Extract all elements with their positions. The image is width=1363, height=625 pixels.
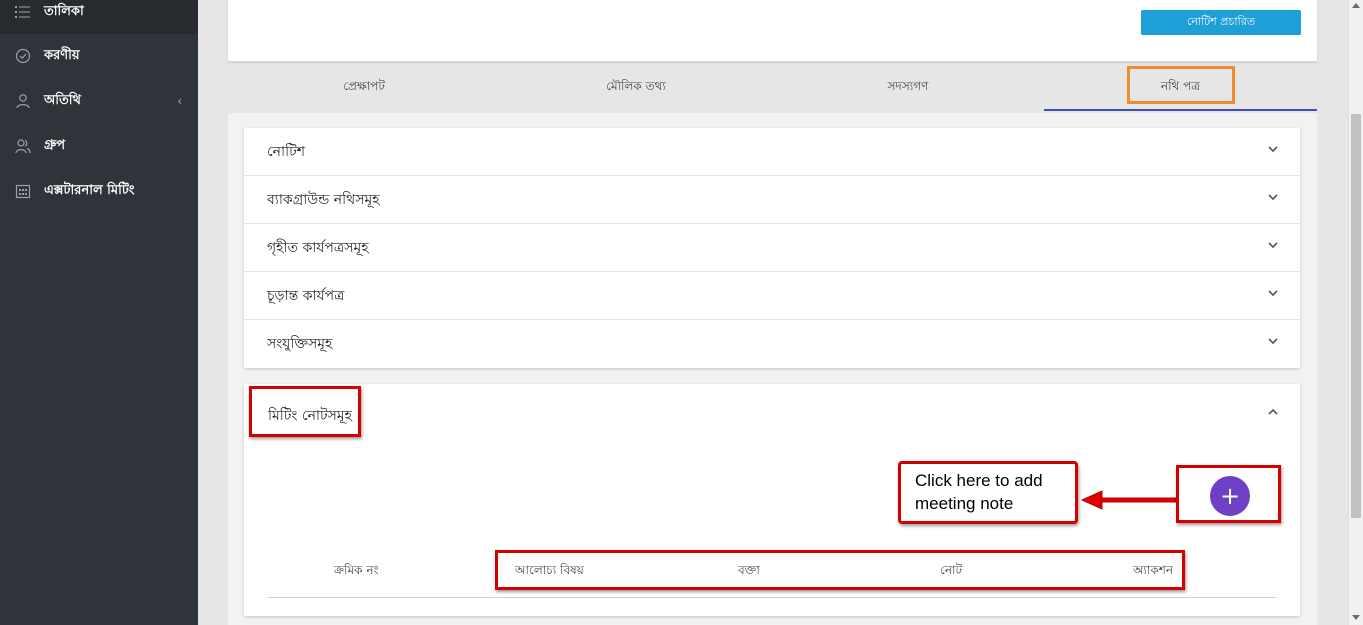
meeting-notes-section: মিটিং নোটসমূহ Click here to add meeting …: [244, 384, 1300, 616]
section-final-paper[interactable]: চূড়ান্ত কার্যপত্র: [244, 272, 1300, 320]
chevron-left-icon[interactable]: ‹: [177, 94, 182, 108]
list-icon: [15, 4, 31, 20]
sidebar-item-group[interactable]: গ্রুপ: [0, 124, 198, 168]
tab-members[interactable]: সদস্যগণ: [772, 65, 1044, 111]
check-circle-icon: [15, 48, 31, 64]
chevron-down-icon[interactable]: [1268, 336, 1278, 346]
sidebar-item-guest[interactable]: অতিথি ‹: [0, 79, 198, 123]
add-meeting-note-button[interactable]: +: [1210, 476, 1250, 516]
chevron-up-icon[interactable]: [1268, 407, 1278, 417]
add-note-callout: Click here to add meeting note: [898, 461, 1078, 524]
scroll-down-icon[interactable]: [1352, 615, 1360, 620]
sidebar-item-label: করণীয়: [44, 47, 80, 63]
columns-highlight-box: [495, 550, 1185, 590]
sidebar-item-label: তালিকা: [44, 3, 84, 19]
chevron-down-icon[interactable]: [1268, 192, 1278, 202]
documents-panel: নোটিশ ব্যাকগ্রাউন্ড নথিসমূহ গৃহীত কার্যপ…: [228, 113, 1317, 625]
sidebar: তালিকা করণীয় অতিথি ‹ গ্রুপ এক্সটারনাল ম…: [0, 0, 198, 625]
section-label: ব্যাকগ্রাউন্ড নথিসমূহ: [267, 191, 380, 208]
main-content: নোটিশ প্রচারিত প্রেক্ষাপট মৌলিক তথ্য সদস…: [198, 0, 1348, 625]
chevron-down-icon[interactable]: [1268, 288, 1278, 298]
section-label: নোটিশ: [267, 143, 306, 160]
section-notice[interactable]: নোটিশ: [244, 128, 1300, 176]
column-header: ক্রমিক নং: [334, 563, 379, 577]
user-icon: [15, 93, 31, 109]
section-label: গৃহীত কার্যপত্রসমূহ: [267, 239, 369, 256]
scroll-thumb[interactable]: [1351, 114, 1361, 518]
arrow-left-icon: [1080, 490, 1176, 510]
tab-basic-info[interactable]: মৌলিক তথ্য: [500, 65, 772, 111]
calendar-icon: [15, 183, 31, 199]
meeting-header-card: নোটিশ প্রচারিত: [228, 0, 1317, 62]
vertical-scrollbar[interactable]: [1348, 0, 1363, 625]
document-sections: নোটিশ ব্যাকগ্রাউন্ড নথিসমূহ গৃহীত কার্যপ…: [244, 128, 1300, 368]
sidebar-item-label: এক্সটারনাল মিটিং: [44, 182, 135, 198]
notes-table-header: ক্রমিক নং আলোচ্য বিষয় বক্তা নোট অ্যাকশন: [268, 550, 1276, 598]
section-background-docs[interactable]: ব্যাকগ্রাউন্ড নথিসমূহ: [244, 176, 1300, 224]
section-attachments[interactable]: সংযুক্তিসমূহ: [244, 320, 1300, 368]
title-highlight-box: [249, 386, 361, 437]
chevron-down-icon[interactable]: [1268, 240, 1278, 250]
notice-published-button[interactable]: নোটিশ প্রচারিত: [1141, 10, 1301, 35]
sidebar-item-list[interactable]: তালিকা: [0, 0, 198, 34]
section-accepted-papers[interactable]: গৃহীত কার্যপত্রসমূহ: [244, 224, 1300, 272]
tab-background[interactable]: প্রেক্ষাপট: [228, 65, 500, 111]
scroll-up-icon[interactable]: [1352, 3, 1360, 8]
chevron-down-icon[interactable]: [1268, 144, 1278, 154]
sidebar-item-label: গ্রুপ: [44, 137, 66, 153]
tab-bar: প্রেক্ষাপট মৌলিক তথ্য সদস্যগণ নথি পত্র: [228, 65, 1317, 111]
tab-highlight-box: [1127, 66, 1235, 104]
section-label: চূড়ান্ত কার্যপত্র: [267, 287, 345, 304]
group-icon: [15, 138, 31, 154]
sidebar-item-todo[interactable]: করণীয়: [0, 34, 198, 78]
section-label: সংযুক্তিসমূহ: [267, 336, 333, 352]
sidebar-item-external-meeting[interactable]: এক্সটারনাল মিটিং: [0, 169, 198, 213]
sidebar-item-label: অতিথি: [44, 92, 81, 108]
